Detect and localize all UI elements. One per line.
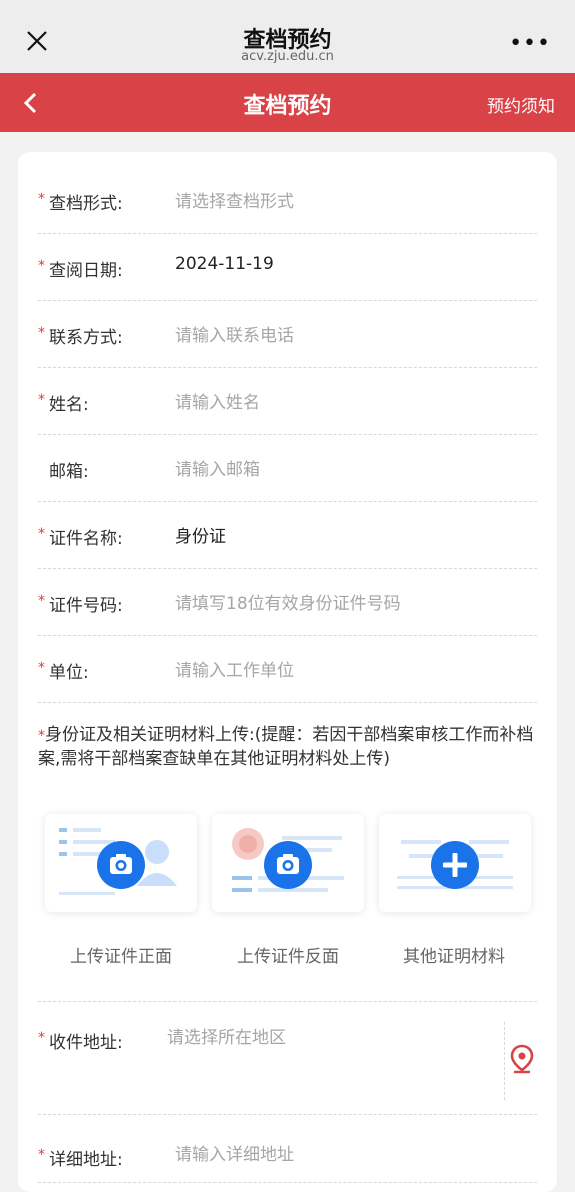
upload-instructions: *身份证及相关证明材料上传:(提醒：若因干部档案审核工作而补档案,需将干部档案查… bbox=[38, 724, 537, 771]
required-marker: * bbox=[38, 1030, 45, 1046]
required-marker: * bbox=[38, 526, 45, 542]
phone-input[interactable]: 请输入联系电话 bbox=[175, 321, 294, 346]
field-label: 姓名: bbox=[49, 395, 89, 415]
location-pin-icon[interactable] bbox=[509, 1044, 535, 1074]
appointment-form-card: * 查档形式: 请选择查档形式 * 查阅日期: 2024-11-19 * 联系方… bbox=[18, 152, 557, 1192]
camera-icon[interactable] bbox=[263, 840, 313, 890]
field-detail-address[interactable]: * 详细地址: 请输入详细地址 bbox=[38, 1116, 537, 1183]
required-marker: * bbox=[38, 728, 45, 744]
query-date-picker[interactable]: 2024-11-19 bbox=[175, 254, 274, 274]
field-label: 邮箱: bbox=[49, 462, 89, 482]
name-input[interactable]: 请输入姓名 bbox=[175, 388, 260, 413]
id-type-select[interactable]: 身份证 bbox=[175, 522, 226, 547]
upload-note-text: 身份证及相关证明材料上传:(提醒：若因干部档案审核工作而补档案,需将干部档案查缺… bbox=[38, 725, 534, 769]
email-input[interactable]: 请输入邮箱 bbox=[175, 455, 260, 480]
field-label: 证件名称: bbox=[49, 529, 123, 549]
detail-address-input[interactable]: 请输入详细地址 bbox=[175, 1140, 294, 1165]
id-number-input[interactable]: 请填写18位有效身份证件号码 bbox=[175, 589, 401, 614]
required-marker: * bbox=[38, 392, 45, 408]
upload-back-label: 上传证件反面 bbox=[237, 947, 339, 967]
field-label: 单位: bbox=[49, 663, 89, 683]
field-query-date[interactable]: * 查阅日期: 2024-11-19 bbox=[38, 234, 537, 301]
booking-notice-link[interactable]: 预约须知 bbox=[487, 92, 555, 117]
required-marker: * bbox=[38, 191, 45, 207]
field-label: 联系方式: bbox=[49, 328, 123, 348]
employer-input[interactable]: 请输入工作单位 bbox=[175, 656, 294, 681]
required-marker: * bbox=[38, 593, 45, 609]
field-id-number[interactable]: * 证件号码: 请填写18位有效身份证件号码 bbox=[38, 569, 537, 636]
field-employer[interactable]: * 单位: 请输入工作单位 bbox=[38, 636, 537, 703]
required-marker: * bbox=[38, 258, 45, 274]
divider bbox=[504, 1022, 505, 1100]
add-icon[interactable] bbox=[430, 840, 480, 890]
field-name[interactable]: * 姓名: 请输入姓名 bbox=[38, 368, 537, 435]
field-id-type[interactable]: * 证件名称: 身份证 bbox=[38, 502, 537, 569]
required-marker: * bbox=[38, 325, 45, 341]
app-header: 查档预约 预约须知 bbox=[0, 73, 575, 132]
field-email[interactable]: 邮箱: 请输入邮箱 bbox=[38, 435, 537, 502]
field-label: 查档形式: bbox=[49, 194, 123, 214]
region-select[interactable]: 请选择所在地区 bbox=[167, 1023, 286, 1048]
query-type-select[interactable]: 请选择查档形式 bbox=[175, 187, 294, 212]
upload-other-label: 其他证明材料 bbox=[403, 947, 505, 967]
wechat-top-bar: 查档预约 acv.zju.edu.cn ••• bbox=[0, 0, 575, 73]
required-marker: * bbox=[38, 660, 45, 676]
field-label: 详细地址: bbox=[49, 1150, 123, 1170]
field-label: 证件号码: bbox=[49, 596, 123, 616]
field-label: 查阅日期: bbox=[49, 261, 123, 281]
field-label: 收件地址: bbox=[49, 1033, 123, 1053]
field-mailing-address[interactable]: * 收件地址: 请选择所在地区 bbox=[38, 1002, 537, 1115]
required-marker: * bbox=[38, 1147, 45, 1163]
more-options-icon[interactable]: ••• bbox=[509, 31, 551, 56]
camera-icon[interactable] bbox=[96, 840, 146, 890]
field-contact[interactable]: * 联系方式: 请输入联系电话 bbox=[38, 301, 537, 368]
upload-front-label: 上传证件正面 bbox=[70, 947, 172, 967]
wechat-domain: acv.zju.edu.cn bbox=[241, 49, 334, 64]
field-query-type[interactable]: * 查档形式: 请选择查档形式 bbox=[38, 167, 537, 234]
